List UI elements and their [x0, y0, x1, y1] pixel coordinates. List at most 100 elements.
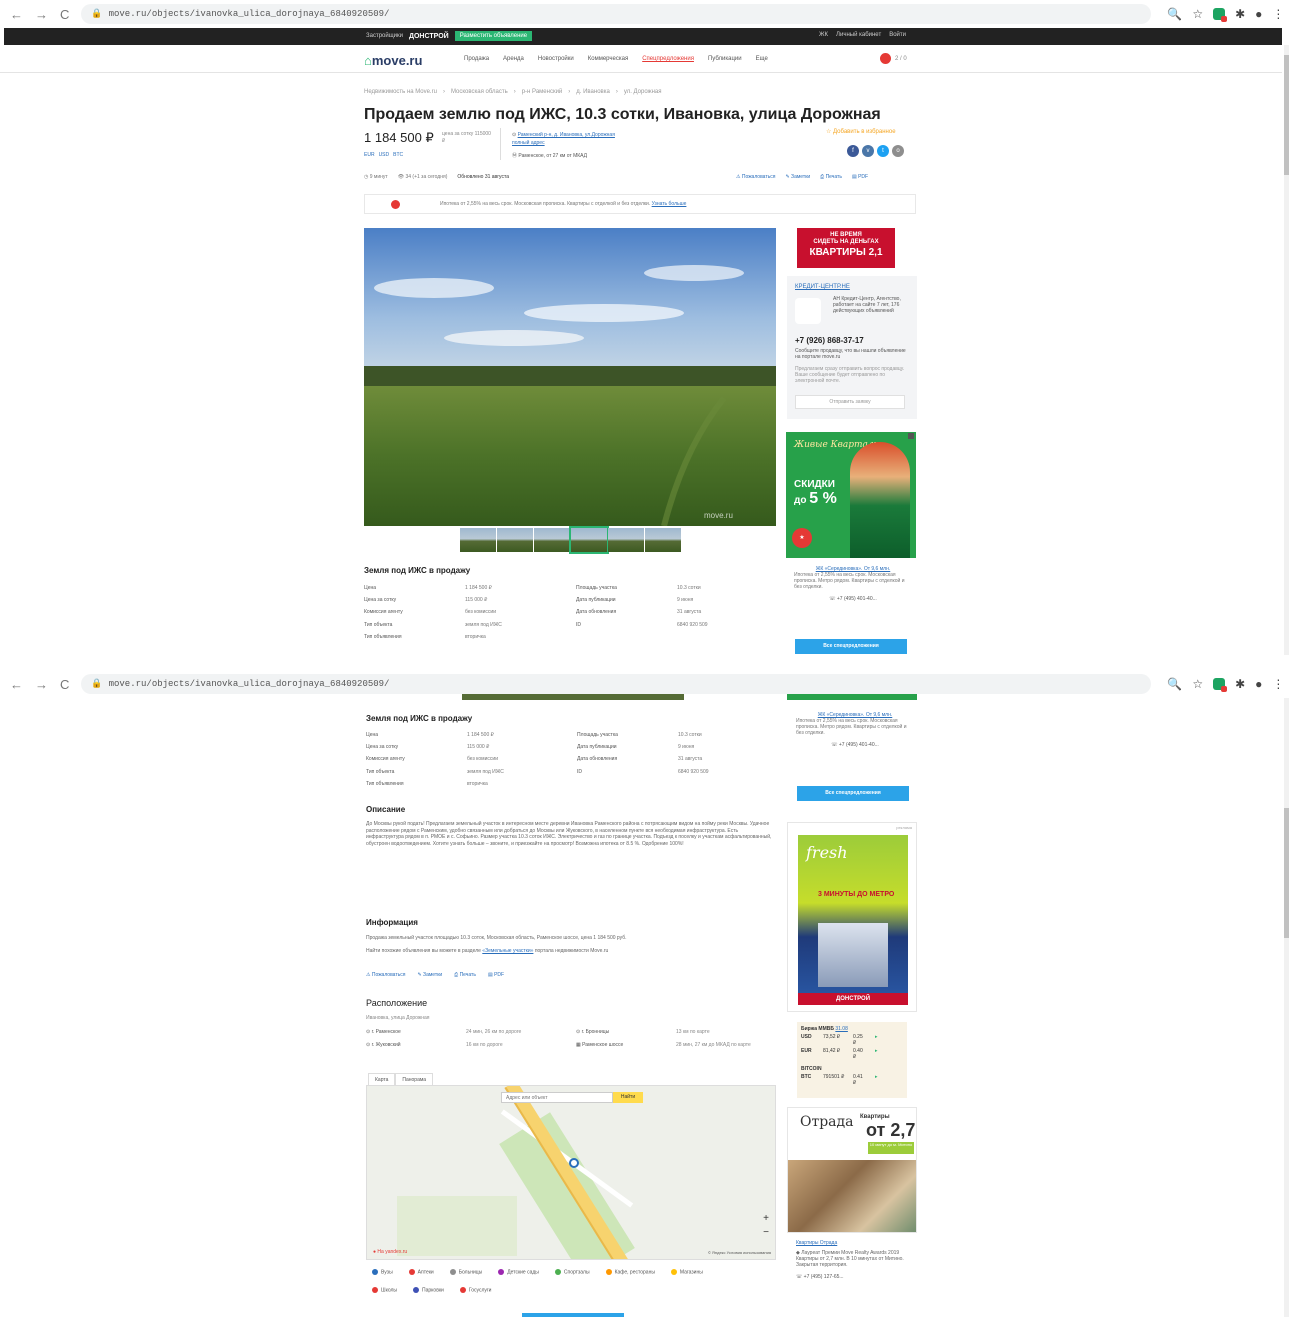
breadcrumb-item[interactable]: Недвижимость на Move.ru — [364, 89, 437, 95]
thumbnail-active[interactable] — [569, 526, 609, 554]
menu-item-commercial[interactable]: Коммерческая — [588, 56, 628, 62]
currency-link[interactable]: BTC — [393, 152, 403, 158]
twitter-icon[interactable]: t — [877, 145, 889, 157]
ad-phone[interactable]: ☏ +7 (495) 127-65... — [796, 1274, 914, 1280]
all-offers-button-2[interactable]: Все спецпредложения — [797, 786, 909, 801]
thumbnail[interactable] — [497, 528, 533, 552]
map-terms[interactable]: © Яндекс Условия использования — [708, 1250, 771, 1255]
thumbnail[interactable] — [608, 528, 644, 552]
favorites-counter[interactable]: 2 / 0 — [880, 53, 907, 64]
profile-icon[interactable]: ● — [1255, 677, 1262, 691]
menu-item-rent[interactable]: Аренда — [503, 56, 524, 62]
map-find-button[interactable]: Найти — [613, 1092, 643, 1103]
agent-name-link[interactable]: КРЕДИТ-ЦЕНТР.НЕ — [795, 284, 909, 290]
ok-icon[interactable]: o — [892, 145, 904, 157]
main-photo[interactable]: move.ru — [364, 228, 776, 526]
poi-filter[interactable]: Вузы — [372, 1269, 393, 1275]
ad-banner-zhivye-kvartaly[interactable]: Живые Кварталы СКИДКИ до 5 % ★ — [786, 432, 916, 558]
promo-link[interactable]: Узнать больше — [652, 201, 687, 207]
poi-filter[interactable]: Больницы — [449, 1269, 482, 1275]
back-icon[interactable]: ← — [10, 677, 23, 692]
ad-phone[interactable]: ☏ +7 (495) 401-40... — [794, 596, 912, 602]
poi-filter[interactable]: Спортзалы — [554, 1269, 590, 1275]
ad-banner-otrada[interactable]: Отрада Квартиры от 2,7 10 минут до м. Ми… — [787, 1107, 917, 1233]
promo-banner[interactable]: Ипотека от 2,55% на весь срок. Московска… — [364, 194, 916, 214]
address-bar[interactable]: 🔒 move.ru/objects/ivanovka_ulica_dorojna… — [81, 674, 1152, 694]
poi-filter[interactable]: Аптеки — [408, 1269, 434, 1275]
yandex-link[interactable]: ● На yandex.ru — [373, 1249, 407, 1255]
complain-button[interactable]: ⚠ Пожаловаться — [366, 972, 405, 978]
menu-item-publications[interactable]: Публикации — [708, 56, 742, 62]
ad-title-link[interactable]: Квартиры Отрада — [796, 1240, 914, 1246]
poi-filter[interactable]: Кафе, рестораны — [605, 1269, 655, 1275]
address-bar[interactable]: 🔒 move.ru/objects/ivanovka_ulica_dorojna… — [81, 4, 1152, 24]
thumbnail[interactable] — [645, 528, 681, 552]
land-plots-link[interactable]: «Земельные участки» — [482, 948, 533, 954]
map-search-input[interactable] — [501, 1092, 613, 1103]
topbar-left-link[interactable]: Застройщики — [366, 33, 403, 39]
pdf-button[interactable]: ▤ PDF — [852, 174, 868, 180]
currency-link[interactable]: USD — [379, 152, 390, 158]
notes-button[interactable]: ✎ Заметки — [417, 972, 442, 978]
star-icon[interactable]: ☆ — [1192, 677, 1203, 691]
menu-item-sale[interactable]: Продажа — [464, 56, 489, 62]
zoom-icon[interactable]: 🔍 — [1167, 7, 1182, 21]
menu-icon[interactable]: ⋮ — [1272, 677, 1284, 691]
topbar-right-item[interactable]: Личный кабинет — [836, 32, 881, 38]
scrollbar[interactable] — [1284, 45, 1289, 655]
ad-banner-fresh[interactable]: реклама fresh 3 МИНУТЫ ДО МЕТРО ДОНСТРОЙ — [787, 822, 917, 1012]
menu-item-more[interactable]: Еще — [756, 56, 768, 62]
location-map[interactable]: Найти +− ● На yandex.ru © Яндекс Условия… — [366, 1085, 776, 1260]
thumbnail[interactable] — [460, 528, 496, 552]
notes-button[interactable]: ✎ Заметки — [785, 174, 810, 180]
breadcrumb-item[interactable]: Московская область — [451, 89, 508, 95]
puzzle-icon[interactable]: ✱ — [1235, 677, 1245, 691]
menu-icon[interactable]: ⋮ — [1272, 7, 1284, 21]
address-link[interactable]: Раменский р-н, д. Ивановка, ул.Дорожная — [518, 132, 615, 138]
facebook-icon[interactable]: f — [847, 145, 859, 157]
puzzle-icon[interactable]: ✱ — [1235, 7, 1245, 21]
print-button[interactable]: ⎙ Печать — [820, 174, 842, 180]
post-ad-button[interactable]: Разместить объявление — [454, 31, 533, 41]
ad-banner-apartments[interactable]: НЕ ВРЕМЯ СИДЕТЬ НА ДЕНЬГАХ КВАРТИРЫ 2,1 — [797, 228, 895, 268]
map-pin-icon[interactable] — [569, 1158, 579, 1168]
reload-icon[interactable]: C — [60, 677, 69, 692]
menu-item-newbuilds[interactable]: Новостройки — [538, 56, 574, 62]
forward-icon[interactable]: → — [35, 7, 48, 22]
poi-filter[interactable]: Парковки — [413, 1287, 444, 1293]
all-offers-button[interactable]: Все спецпредложения — [795, 639, 907, 654]
site-logo[interactable]: ⌂move.ru — [364, 53, 422, 68]
full-address-link[interactable]: полный адрес — [512, 140, 545, 146]
print-button[interactable]: ⎙ Печать — [454, 972, 476, 978]
menu-item-offers[interactable]: Спецпредложения — [642, 56, 694, 62]
rates-date-link[interactable]: 31.08 — [835, 1026, 848, 1032]
zoom-icon[interactable]: 🔍 — [1167, 677, 1182, 691]
complain-button[interactable]: ⚠ Пожаловаться — [736, 174, 775, 180]
zoom-out-icon[interactable]: − — [763, 1226, 769, 1240]
ad-close-icon[interactable] — [908, 433, 914, 439]
currency-link[interactable]: EUR — [364, 152, 375, 158]
poi-filter[interactable]: Детские сады — [498, 1269, 539, 1275]
pdf-button[interactable]: ▤ PDF — [488, 972, 504, 978]
extension-icon[interactable] — [1213, 8, 1228, 22]
breadcrumb-item[interactable]: ул. Дорожная — [624, 89, 662, 95]
send-request-button[interactable]: Отправить заявку — [795, 395, 905, 409]
topbar-right-item[interactable]: ЖК — [819, 32, 828, 38]
forward-icon[interactable]: → — [35, 677, 48, 692]
poi-filter[interactable]: Школы — [372, 1287, 397, 1293]
agent-phone[interactable]: +7 (926) 868-37-17 — [795, 336, 864, 345]
zoom-in-icon[interactable]: + — [763, 1212, 769, 1226]
scrollbar-2[interactable] — [1284, 698, 1289, 1317]
extension-icon[interactable] — [1213, 678, 1228, 692]
breadcrumb-item[interactable]: р-н Раменский — [522, 89, 563, 95]
add-favorite-button[interactable]: ☆ Добавить в избранное — [826, 128, 896, 135]
profile-icon[interactable]: ● — [1255, 7, 1262, 21]
vk-icon[interactable]: v — [862, 145, 874, 157]
back-icon[interactable]: ← — [10, 7, 23, 22]
topbar-right-item[interactable]: Войти — [889, 32, 906, 38]
topbar-brand[interactable]: ДОНСТРОЙ — [409, 33, 449, 40]
star-icon[interactable]: ☆ — [1192, 7, 1203, 21]
reload-icon[interactable]: C — [60, 7, 69, 22]
thumbnail[interactable] — [534, 528, 570, 552]
ad-phone[interactable]: ☏ +7 (495) 401-40... — [796, 742, 914, 748]
